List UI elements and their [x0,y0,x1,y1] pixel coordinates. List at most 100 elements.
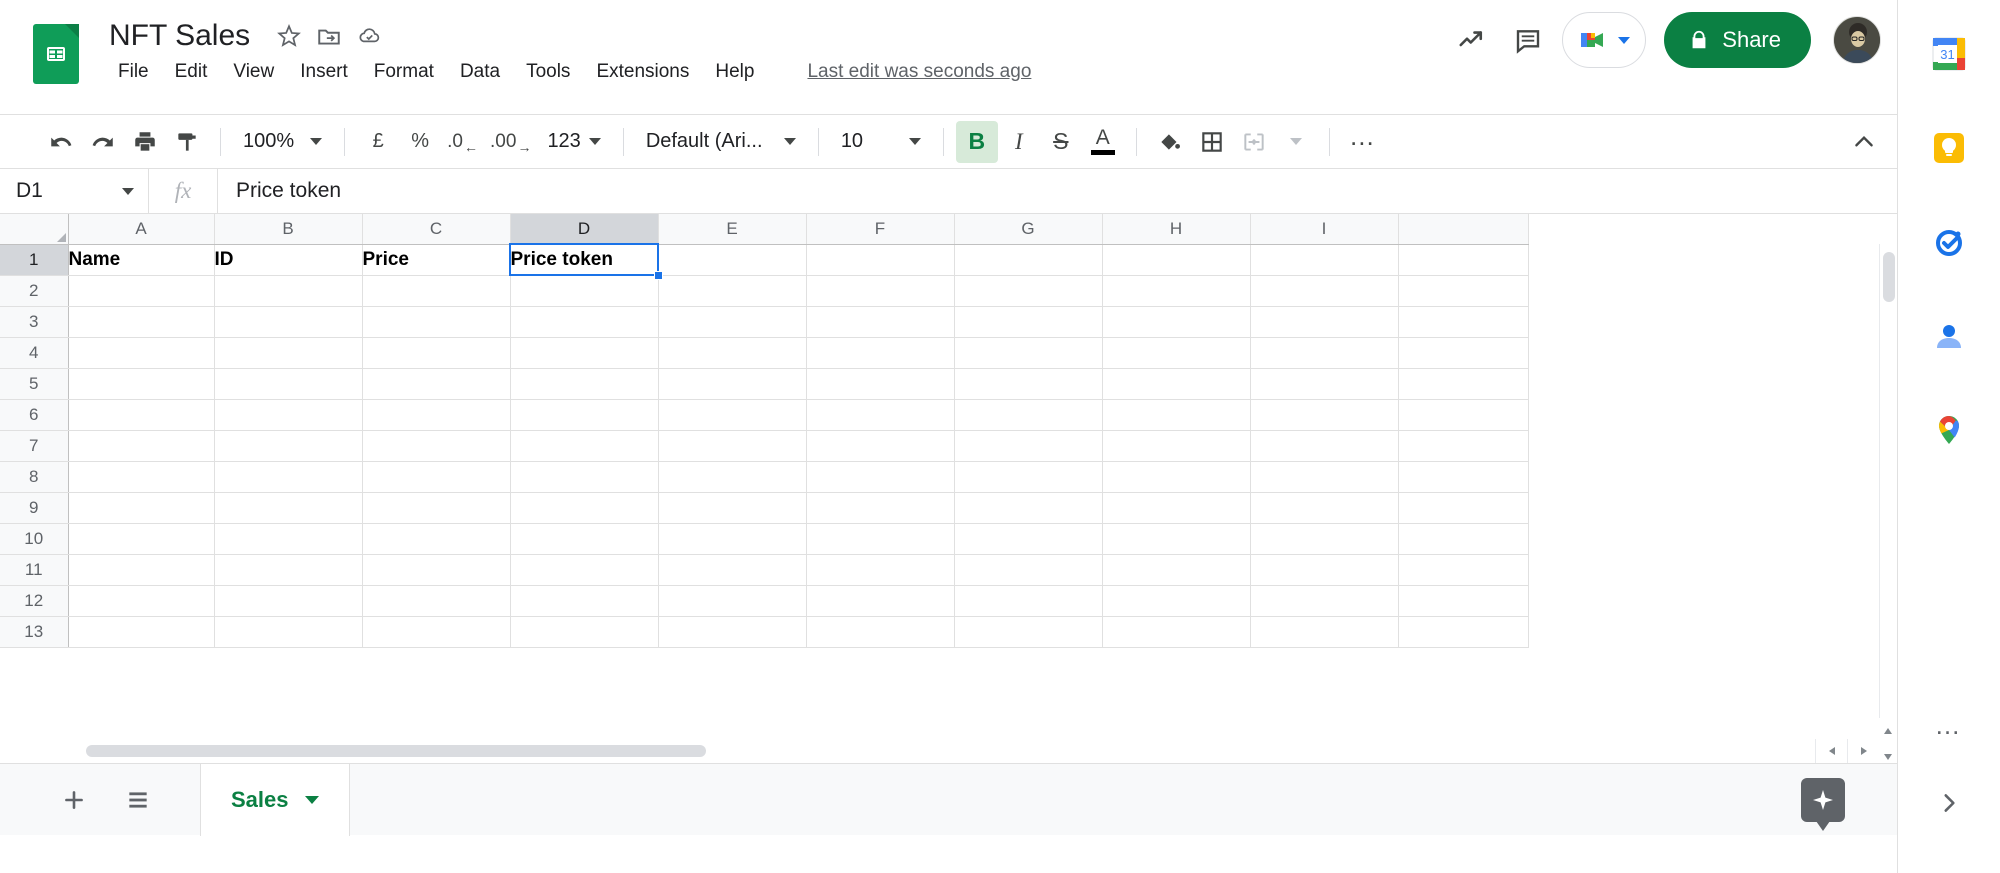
row-header-4[interactable]: 4 [0,337,69,369]
row-header-9[interactable]: 9 [0,492,69,524]
cell-I11[interactable] [1250,554,1399,586]
cell-D2[interactable] [510,275,659,307]
cell-J4[interactable] [1398,337,1529,369]
row-header-7[interactable]: 7 [0,430,69,462]
cell-E2[interactable] [658,275,807,307]
cell-A13[interactable] [68,616,215,648]
cell-B6[interactable] [214,399,363,431]
explore-button[interactable] [1801,778,1845,831]
cell-I9[interactable] [1250,492,1399,524]
scroll-up-arrow[interactable] [1879,718,1897,744]
cell-B7[interactable] [214,430,363,462]
menu-item-edit[interactable]: Edit [162,55,221,89]
cell-J5[interactable] [1398,368,1529,400]
cell-A12[interactable] [68,585,215,617]
cell-C8[interactable] [362,461,511,493]
number-format-selector[interactable]: 123 [537,121,610,163]
cell-D7[interactable] [510,430,659,462]
vertical-scroll-thumb[interactable] [1883,252,1895,302]
cell-F12[interactable] [806,585,955,617]
cell-A8[interactable] [68,461,215,493]
chevron-down-icon[interactable] [304,795,319,804]
cell-G5[interactable] [954,368,1103,400]
menu-item-tools[interactable]: Tools [513,55,583,89]
user-avatar[interactable] [1833,16,1881,64]
cell-B2[interactable] [214,275,363,307]
print-icon[interactable] [124,121,166,163]
cell-E7[interactable] [658,430,807,462]
column-header-i[interactable]: I [1250,214,1399,245]
cell-C10[interactable] [362,523,511,555]
cell-G10[interactable] [954,523,1103,555]
fill-color-button[interactable] [1149,121,1191,163]
cell-E10[interactable] [658,523,807,555]
cell-D13[interactable] [510,616,659,648]
google-calendar-icon[interactable]: 31 [1927,32,1971,76]
cell-F13[interactable] [806,616,955,648]
share-button[interactable]: Share [1664,12,1811,68]
cell-I1[interactable] [1250,244,1399,276]
cell-G3[interactable] [954,306,1103,338]
star-icon[interactable] [276,23,302,49]
cell-B12[interactable] [214,585,363,617]
side-panel-expand-button[interactable] [1936,790,1962,821]
cell-I7[interactable] [1250,430,1399,462]
comment-icon[interactable] [1500,12,1556,68]
cell-D10[interactable] [510,523,659,555]
trending-up-icon[interactable] [1444,12,1500,68]
cell-F4[interactable] [806,337,955,369]
cell-I12[interactable] [1250,585,1399,617]
cell-A11[interactable] [68,554,215,586]
google-meet-button[interactable] [1562,12,1647,68]
column-header-d[interactable]: D [510,214,659,245]
collapse-toolbar-icon[interactable] [1843,121,1885,163]
cell-B9[interactable] [214,492,363,524]
row-header-12[interactable]: 12 [0,585,69,617]
row-header-13[interactable]: 13 [0,616,69,648]
cell-C3[interactable] [362,306,511,338]
undo-icon[interactable] [40,121,82,163]
cell-F2[interactable] [806,275,955,307]
menu-item-help[interactable]: Help [702,55,767,89]
borders-button[interactable] [1191,121,1233,163]
cell-H3[interactable] [1102,306,1251,338]
cell-H9[interactable] [1102,492,1251,524]
scroll-left-arrow[interactable] [1815,739,1847,763]
column-header-h[interactable]: H [1102,214,1251,245]
cell-F8[interactable] [806,461,955,493]
cell-C1[interactable]: Price [362,244,511,276]
increase-decimal-button[interactable]: .00 → [484,121,537,163]
cell-J6[interactable] [1398,399,1529,431]
menu-item-file[interactable]: File [105,55,162,89]
cell-A10[interactable] [68,523,215,555]
cell-F1[interactable] [806,244,955,276]
cell-H2[interactable] [1102,275,1251,307]
side-panel-more-button[interactable]: … [1935,710,1964,741]
document-title[interactable]: NFT Sales [105,14,254,58]
column-header-c[interactable]: C [362,214,511,245]
column-header-g[interactable]: G [954,214,1103,245]
cell-F9[interactable] [806,492,955,524]
cell-B5[interactable] [214,368,363,400]
cell-G12[interactable] [954,585,1103,617]
cell-G11[interactable] [954,554,1103,586]
cell-H13[interactable] [1102,616,1251,648]
cell-H10[interactable] [1102,523,1251,555]
last-edit-status[interactable]: Last edit was seconds ago [807,61,1031,83]
cell-F6[interactable] [806,399,955,431]
text-color-button[interactable]: A [1082,121,1124,163]
zoom-selector[interactable]: 100% [233,121,332,163]
paint-format-icon[interactable] [166,121,208,163]
merge-cells-button[interactable] [1233,121,1275,163]
cell-E6[interactable] [658,399,807,431]
add-sheet-button[interactable] [50,776,98,824]
cell-I13[interactable] [1250,616,1399,648]
google-tasks-icon[interactable] [1927,220,1971,264]
row-header-1[interactable]: 1 [0,244,69,276]
font-size-selector[interactable]: 10 [831,121,931,163]
cell-D8[interactable] [510,461,659,493]
cell-E4[interactable] [658,337,807,369]
cell-B13[interactable] [214,616,363,648]
cell-F11[interactable] [806,554,955,586]
column-header-e[interactable]: E [658,214,807,245]
